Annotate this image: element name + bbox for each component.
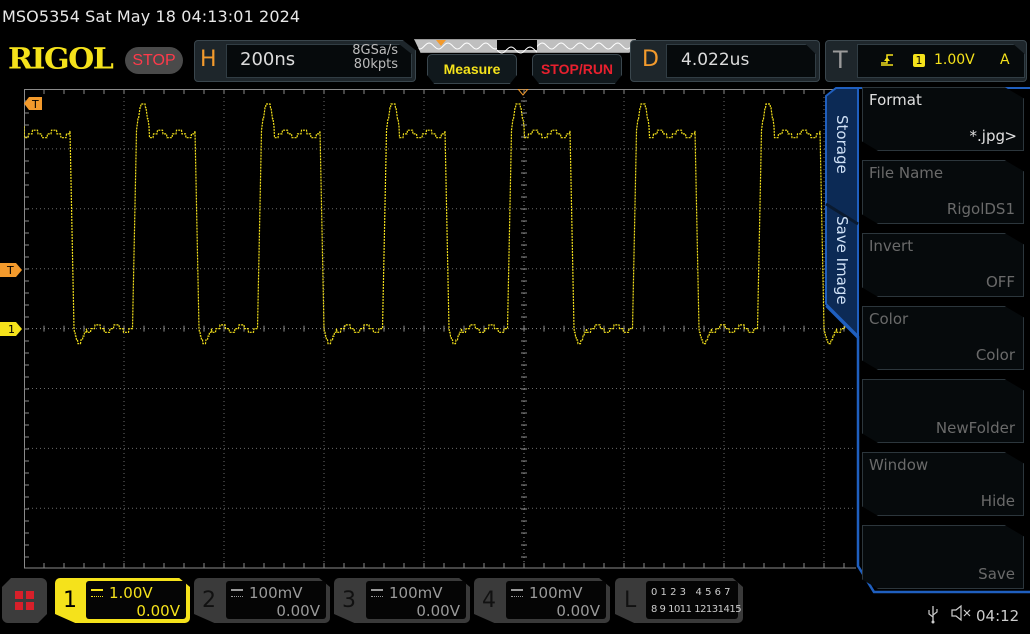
grid-menu-icon: [15, 591, 34, 610]
trigger-source-badge: 1: [913, 54, 925, 67]
chevron-right-icon: >: [1004, 127, 1017, 145]
channel3-offset[interactable]: 0.00V: [390, 602, 460, 620]
sample-rate: 8GSa/s: [352, 43, 398, 58]
menu-item-window[interactable]: Window Hide: [862, 452, 1024, 516]
channel1-ground-marker[interactable]: 1: [0, 321, 22, 336]
menu-item-invert[interactable]: Invert OFF: [862, 233, 1024, 297]
run-state-badge[interactable]: STOP: [125, 47, 183, 74]
delay-value[interactable]: 4.022us: [681, 50, 749, 70]
trigger-letter: T: [833, 46, 848, 74]
dc-coupling-icon: [511, 589, 523, 597]
tab-save-image[interactable]: Save Image: [830, 210, 856, 320]
rigol-logo: RIGOL: [8, 42, 114, 77]
channel2-number: 2: [202, 588, 216, 613]
channel2-offset[interactable]: 0.00V: [250, 602, 320, 620]
window-title: MSO5354 Sat May 18 04:13:01 2024: [2, 7, 301, 26]
menu-item-file-name[interactable]: File Name RigolDS1: [862, 160, 1024, 224]
dc-coupling-icon: [231, 589, 243, 597]
dc-coupling-icon: [91, 589, 103, 597]
channel4-scale[interactable]: 100mV: [529, 584, 583, 602]
speaker-muted-icon[interactable]: [950, 604, 972, 626]
menu-item-new-folder[interactable]: NewFolder: [862, 379, 1024, 443]
svg-text:T: T: [6, 264, 14, 277]
menu-item-color[interactable]: Color Color: [862, 306, 1024, 370]
overview-window-wave-icon: [496, 46, 538, 54]
menu-item-save[interactable]: Save: [862, 525, 1024, 589]
marker-text: T: [31, 98, 39, 110]
channel4-offset[interactable]: 0.00V: [530, 602, 600, 620]
trigger-position-offscreen-marker[interactable]: T: [24, 95, 42, 111]
waveform-display[interactable]: [24, 89, 856, 571]
channel4-number: 4: [482, 588, 496, 613]
stop-run-button[interactable]: STOP/RUN: [532, 54, 622, 84]
measure-button[interactable]: Measure: [427, 54, 517, 84]
menu-item-format[interactable]: Format *.jpg >: [862, 87, 1024, 151]
usb-icon: [926, 604, 940, 628]
overview-window: [496, 40, 538, 54]
trigger-mode[interactable]: A: [1000, 52, 1010, 68]
status-clock: 04:12: [976, 607, 1020, 625]
channel1-number: 1: [63, 588, 77, 613]
channel2-scale[interactable]: 100mV: [249, 584, 303, 602]
memory-depth: 80kpts: [353, 57, 398, 72]
channel1-offset[interactable]: 0.00V: [110, 602, 180, 620]
svg-text:1: 1: [8, 323, 15, 336]
graticule: [24, 89, 856, 569]
channel1-scale[interactable]: 1.00V: [109, 584, 153, 602]
tab-storage[interactable]: Storage: [830, 95, 856, 195]
channel3-scale[interactable]: 100mV: [389, 584, 443, 602]
trigger-level[interactable]: 1.00V: [934, 52, 975, 68]
dc-coupling-icon: [371, 589, 383, 597]
channel3-number: 3: [342, 588, 356, 613]
logic-bits-row1: 0 1 2 3 4 5 6 7: [651, 587, 731, 598]
acquisition-info: 8GSa/s 80kpts: [330, 44, 398, 72]
overview-trigger-marker-icon: [436, 40, 446, 46]
horizontal-letter: H: [200, 47, 217, 72]
trigger-level-marker[interactable]: T: [0, 262, 22, 277]
timebase-value[interactable]: 200ns: [240, 49, 295, 70]
delay-letter: D: [642, 47, 659, 72]
navigation-menu-button[interactable]: [2, 578, 47, 623]
rising-edge-icon: [880, 52, 894, 70]
logic-letter: L: [624, 588, 637, 613]
channel1-trace: [24, 103, 856, 345]
logic-bits-row2: 8 9 1011 12131415: [651, 604, 742, 615]
